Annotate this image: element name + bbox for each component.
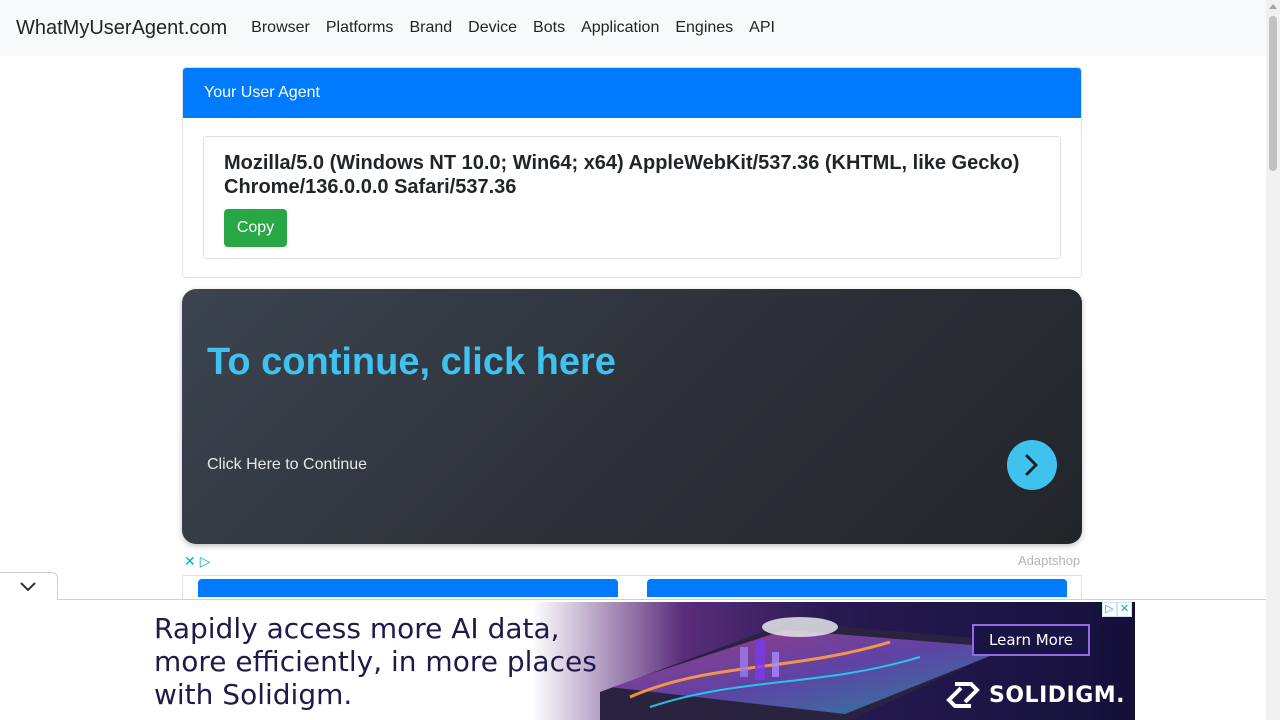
page-scrollbar[interactable] (1266, 0, 1280, 720)
banner-line-2: more efficiently, in more places (154, 645, 597, 678)
nav-link-engines[interactable]: Engines (675, 19, 733, 37)
card-body: Mozilla/5.0 (Windows NT 10.0; Win64; x64… (183, 118, 1081, 277)
sticky-ad-border (0, 599, 1266, 600)
nav-link-bots[interactable]: Bots (533, 19, 565, 37)
nav-link-brand[interactable]: Brand (409, 19, 452, 37)
scroll-up-arrow-icon[interactable] (1269, 4, 1277, 9)
ad-choices[interactable]: ✕ ▷ (184, 553, 211, 570)
banner-line-1: Rapidly access more AI data, (154, 612, 560, 645)
card-header: Your User Agent (183, 68, 1081, 118)
section-header-left (198, 579, 618, 597)
ad-headline[interactable]: To continue, click here (207, 341, 616, 384)
nav-link-api[interactable]: API (749, 19, 775, 37)
solidigm-logo-text: SOLIDIGM. (989, 682, 1126, 708)
user-agent-string: Mozilla/5.0 (Windows NT 10.0; Win64; x64… (224, 152, 1020, 198)
banner-ad-marks[interactable]: ▷ ✕ (1102, 602, 1132, 617)
banner-close-icon[interactable]: ✕ (1117, 602, 1132, 617)
ad-source-label[interactable]: Adaptshop (1018, 553, 1080, 568)
collapse-ad-toggle[interactable] (0, 572, 58, 600)
solidigm-logo: SOLIDIGM. (945, 680, 1125, 710)
banner-adchoices-icon[interactable]: ▷ (1102, 602, 1117, 617)
ad-close-icon[interactable]: ✕ (184, 553, 196, 569)
ad-continue-button[interactable] (1007, 440, 1057, 490)
banner-text: Rapidly access more AI data, more effici… (154, 612, 597, 711)
nav-link-application[interactable]: Application (581, 19, 659, 37)
copy-button[interactable]: Copy (224, 209, 287, 247)
site-brand[interactable]: WhatMyUserAgent.com (16, 17, 227, 40)
learn-more-button[interactable]: Learn More (972, 624, 1090, 656)
nav-link-platforms[interactable]: Platforms (326, 19, 394, 37)
nav-link-device[interactable]: Device (468, 19, 517, 37)
ad-choices-icon[interactable]: ▷ (200, 553, 211, 569)
section-header-right (647, 579, 1067, 597)
ad-subtext[interactable]: Click Here to Continue (207, 456, 367, 474)
solidigm-banner-ad[interactable]: Rapidly access more AI data, more effici… (130, 602, 1135, 720)
solidigm-logo-icon (946, 682, 980, 708)
scroll-thumb[interactable] (1269, 16, 1277, 171)
chevron-right-icon (1025, 454, 1038, 476)
user-agent-card: Your User Agent Mozilla/5.0 (Windows NT … (182, 67, 1082, 278)
banner-line-3: with Solidigm. (154, 678, 353, 711)
nav-link-browser[interactable]: Browser (251, 19, 310, 37)
continue-ad[interactable]: To continue, click here Click Here to Co… (182, 289, 1082, 544)
chevron-down-icon (20, 582, 36, 592)
user-agent-box: Mozilla/5.0 (Windows NT 10.0; Win64; x64… (203, 136, 1061, 259)
navbar: WhatMyUserAgent.com Browser Platforms Br… (0, 0, 1266, 56)
